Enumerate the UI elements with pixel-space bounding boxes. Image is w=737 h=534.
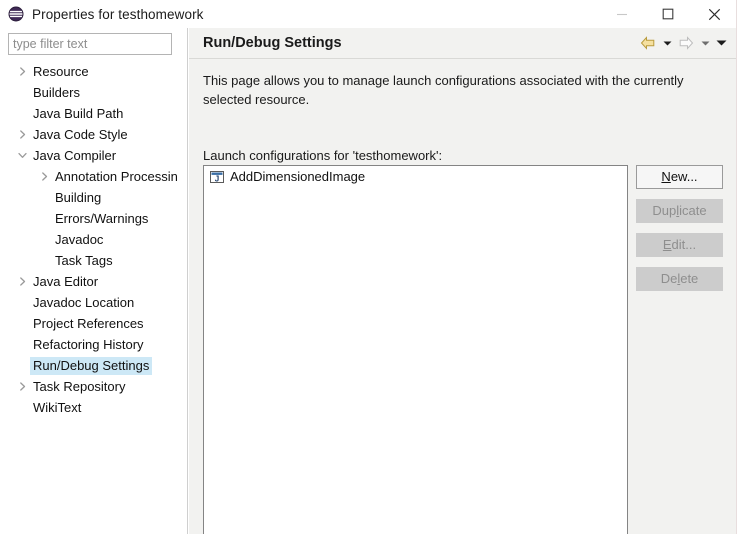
sidebar-item-run-debug-settings[interactable]: Run/Debug Settings <box>0 355 187 376</box>
forward-history-chevron-down-icon[interactable] <box>697 32 713 54</box>
sidebar-item-java-editor[interactable]: Java Editor <box>0 271 187 292</box>
sidebar-item-refactoring-history[interactable]: Refactoring History <box>0 334 187 355</box>
sidebar-item-java-compiler[interactable]: Java Compiler <box>0 145 187 166</box>
sidebar-item-javadoc-location[interactable]: Javadoc Location <box>0 292 187 313</box>
chevron-down-icon[interactable] <box>14 145 30 166</box>
chevron-right-icon[interactable] <box>36 166 52 187</box>
sidebar-item-label: Run/Debug Settings <box>30 356 153 375</box>
sidebar-item-errors-warnings[interactable]: Errors/Warnings <box>0 208 187 229</box>
window-title: Properties for testhomework <box>32 6 204 22</box>
window-controls <box>599 0 736 28</box>
sidebar-item-label: Java Compiler <box>33 147 117 163</box>
chevron-right-icon[interactable] <box>14 61 30 82</box>
properties-dialog: Properties for testhomework Resource Buil… <box>0 0 737 534</box>
page-title: Run/Debug Settings <box>203 35 342 51</box>
sidebar-item-label: Building <box>55 189 102 205</box>
sidebar-item-label: Task Repository <box>33 378 126 394</box>
sidebar-item-label: Java Build Path <box>33 105 124 121</box>
filter-input[interactable] <box>8 33 172 55</box>
sidebar-item-java-code-style[interactable]: Java Code Style <box>0 124 187 145</box>
forward-arrow-icon <box>675 32 697 54</box>
settings-tree[interactable]: Resource Builders Java Build Path Java Code… <box>0 61 187 531</box>
launch-configurations-list[interactable]: J AddDimensionedImage <box>203 165 628 534</box>
sidebar-item-label: Refactoring History <box>33 336 144 352</box>
sidebar-item-label: Javadoc <box>55 231 104 247</box>
view-menu-chevron-down-icon[interactable] <box>713 32 729 54</box>
sidebar-item-annotation-processin[interactable]: Annotation Processin <box>0 166 187 187</box>
chevron-right-icon[interactable] <box>14 124 30 145</box>
sidebar-item-java-build-path[interactable]: Java Build Path <box>0 103 187 124</box>
sidebar-item-javadoc[interactable]: Javadoc <box>0 229 187 250</box>
duplicate-button: Duplicate <box>636 199 723 223</box>
new-button[interactable]: New... <box>636 165 723 189</box>
chevron-right-icon[interactable] <box>14 271 30 292</box>
sidebar-item-label: WikiText <box>33 399 82 415</box>
eclipse-globe-icon <box>8 6 24 22</box>
page-navigation <box>637 28 729 58</box>
delete-button: Delete <box>636 267 723 291</box>
sidebar-item-wikitext[interactable]: WikiText <box>0 397 187 418</box>
sidebar-item-label: Resource <box>33 63 89 79</box>
launch-config-actions: New... Duplicate Edit... Delete <box>636 165 723 291</box>
page-description: This page allows you to manage launch co… <box>203 73 684 107</box>
settings-page-panel: Run/Debug Settings This page allows you … <box>189 28 736 534</box>
sidebar-item-label: Builders <box>33 84 80 100</box>
sidebar-item-task-tags[interactable]: Task Tags <box>0 250 187 271</box>
svg-text:J: J <box>215 174 219 183</box>
launch-configuration-name: AddDimensionedImage <box>230 169 366 184</box>
sidebar-item-label: Javadoc Location <box>33 294 135 310</box>
sidebar-item-label: Java Code Style <box>33 126 128 142</box>
back-arrow-icon[interactable] <box>637 32 659 54</box>
sidebar-item-resource[interactable]: Resource <box>0 61 187 82</box>
settings-tree-panel: Resource Builders Java Build Path Java Code… <box>0 28 188 534</box>
sidebar-item-building[interactable]: Building <box>0 187 187 208</box>
sidebar-item-task-repository[interactable]: Task Repository <box>0 376 187 397</box>
minimize-button[interactable] <box>599 0 645 28</box>
sidebar-item-label: Java Editor <box>33 273 99 289</box>
sidebar-item-label: Project References <box>33 315 144 331</box>
sidebar-item-project-references[interactable]: Project References <box>0 313 187 334</box>
launch-configuration-item[interactable]: J AddDimensionedImage <box>204 166 627 187</box>
java-application-launch-icon: J <box>209 169 225 185</box>
page-header: Run/Debug Settings <box>189 28 736 58</box>
sidebar-item-builders[interactable]: Builders <box>0 82 187 103</box>
close-button[interactable] <box>691 0 736 28</box>
sidebar-item-label: Errors/Warnings <box>55 210 149 226</box>
title-bar: Properties for testhomework <box>0 0 736 28</box>
edit-button: Edit... <box>636 233 723 257</box>
chevron-right-icon[interactable] <box>14 376 30 397</box>
sidebar-item-label: Task Tags <box>55 252 113 268</box>
back-history-chevron-down-icon[interactable] <box>659 32 675 54</box>
maximize-button[interactable] <box>645 0 691 28</box>
sidebar-item-label: Annotation Processin <box>55 168 178 184</box>
launch-configurations-label: Launch configurations for 'testhomework'… <box>203 148 443 163</box>
page-body: This page allows you to manage launch co… <box>189 59 736 534</box>
